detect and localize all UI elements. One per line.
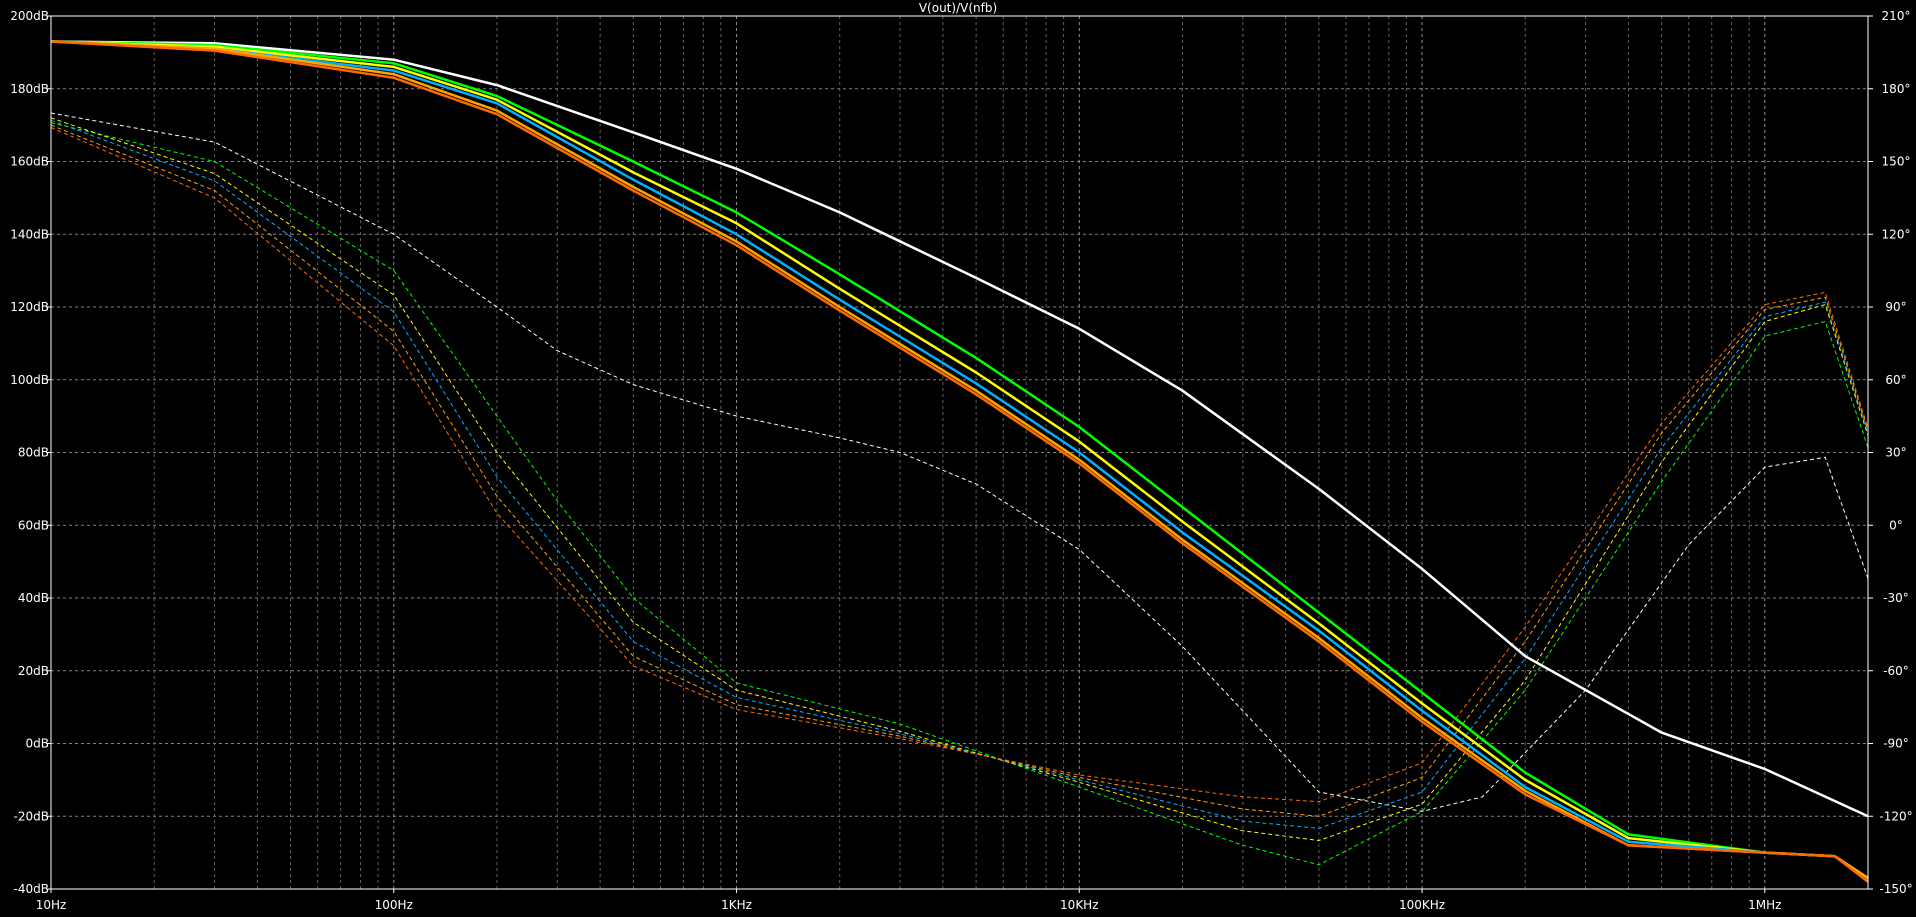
left-tick-label: 180dB <box>10 82 49 96</box>
x-tick-label: 100KHz <box>1399 898 1445 912</box>
right-tick-label: 30° <box>1885 446 1906 460</box>
right-tick-label: 0° <box>1889 518 1903 532</box>
right-tick-label: -90° <box>1883 737 1909 751</box>
right-tick-label: -120° <box>1879 809 1912 823</box>
bode-plot: V(out)/V(nfb) 200dB 180dB 160dB 140dB 120dB 1… <box>0 0 1916 917</box>
x-tick-label: 1KHz <box>721 898 752 912</box>
right-tick-label: 210° <box>1882 9 1911 23</box>
left-tick-label: 40dB <box>18 591 49 605</box>
left-tick-label: 200dB <box>10 9 49 23</box>
left-tick-label: 160dB <box>10 155 49 169</box>
chart-title: V(out)/V(nfb) <box>919 1 997 15</box>
x-tick-label: 10Hz <box>36 898 67 912</box>
right-tick-label: 180° <box>1882 82 1911 96</box>
left-tick-label: 20dB <box>18 664 49 678</box>
right-tick-label: 90° <box>1885 300 1906 314</box>
right-tick-label: -150° <box>1879 882 1912 896</box>
left-tick-label: -20dB <box>14 809 49 823</box>
left-tick-label: 0dB <box>26 737 49 751</box>
right-tick-label: -60° <box>1883 664 1909 678</box>
x-tick-label: 10KHz <box>1060 898 1098 912</box>
x-tick-label: 1MHz <box>1748 898 1781 912</box>
right-tick-label: -30° <box>1883 591 1909 605</box>
left-tick-label: 100dB <box>10 373 49 387</box>
right-tick-label: 60° <box>1885 373 1906 387</box>
right-tick-label: 120° <box>1882 227 1911 241</box>
right-tick-label: 150° <box>1882 155 1911 169</box>
left-tick-label: 80dB <box>18 446 49 460</box>
left-tick-label: 140dB <box>10 227 49 241</box>
left-tick-label: -40dB <box>14 882 49 896</box>
x-tick-label: 100Hz <box>375 898 413 912</box>
left-tick-label: 120dB <box>10 300 49 314</box>
left-tick-label: 60dB <box>18 518 49 532</box>
